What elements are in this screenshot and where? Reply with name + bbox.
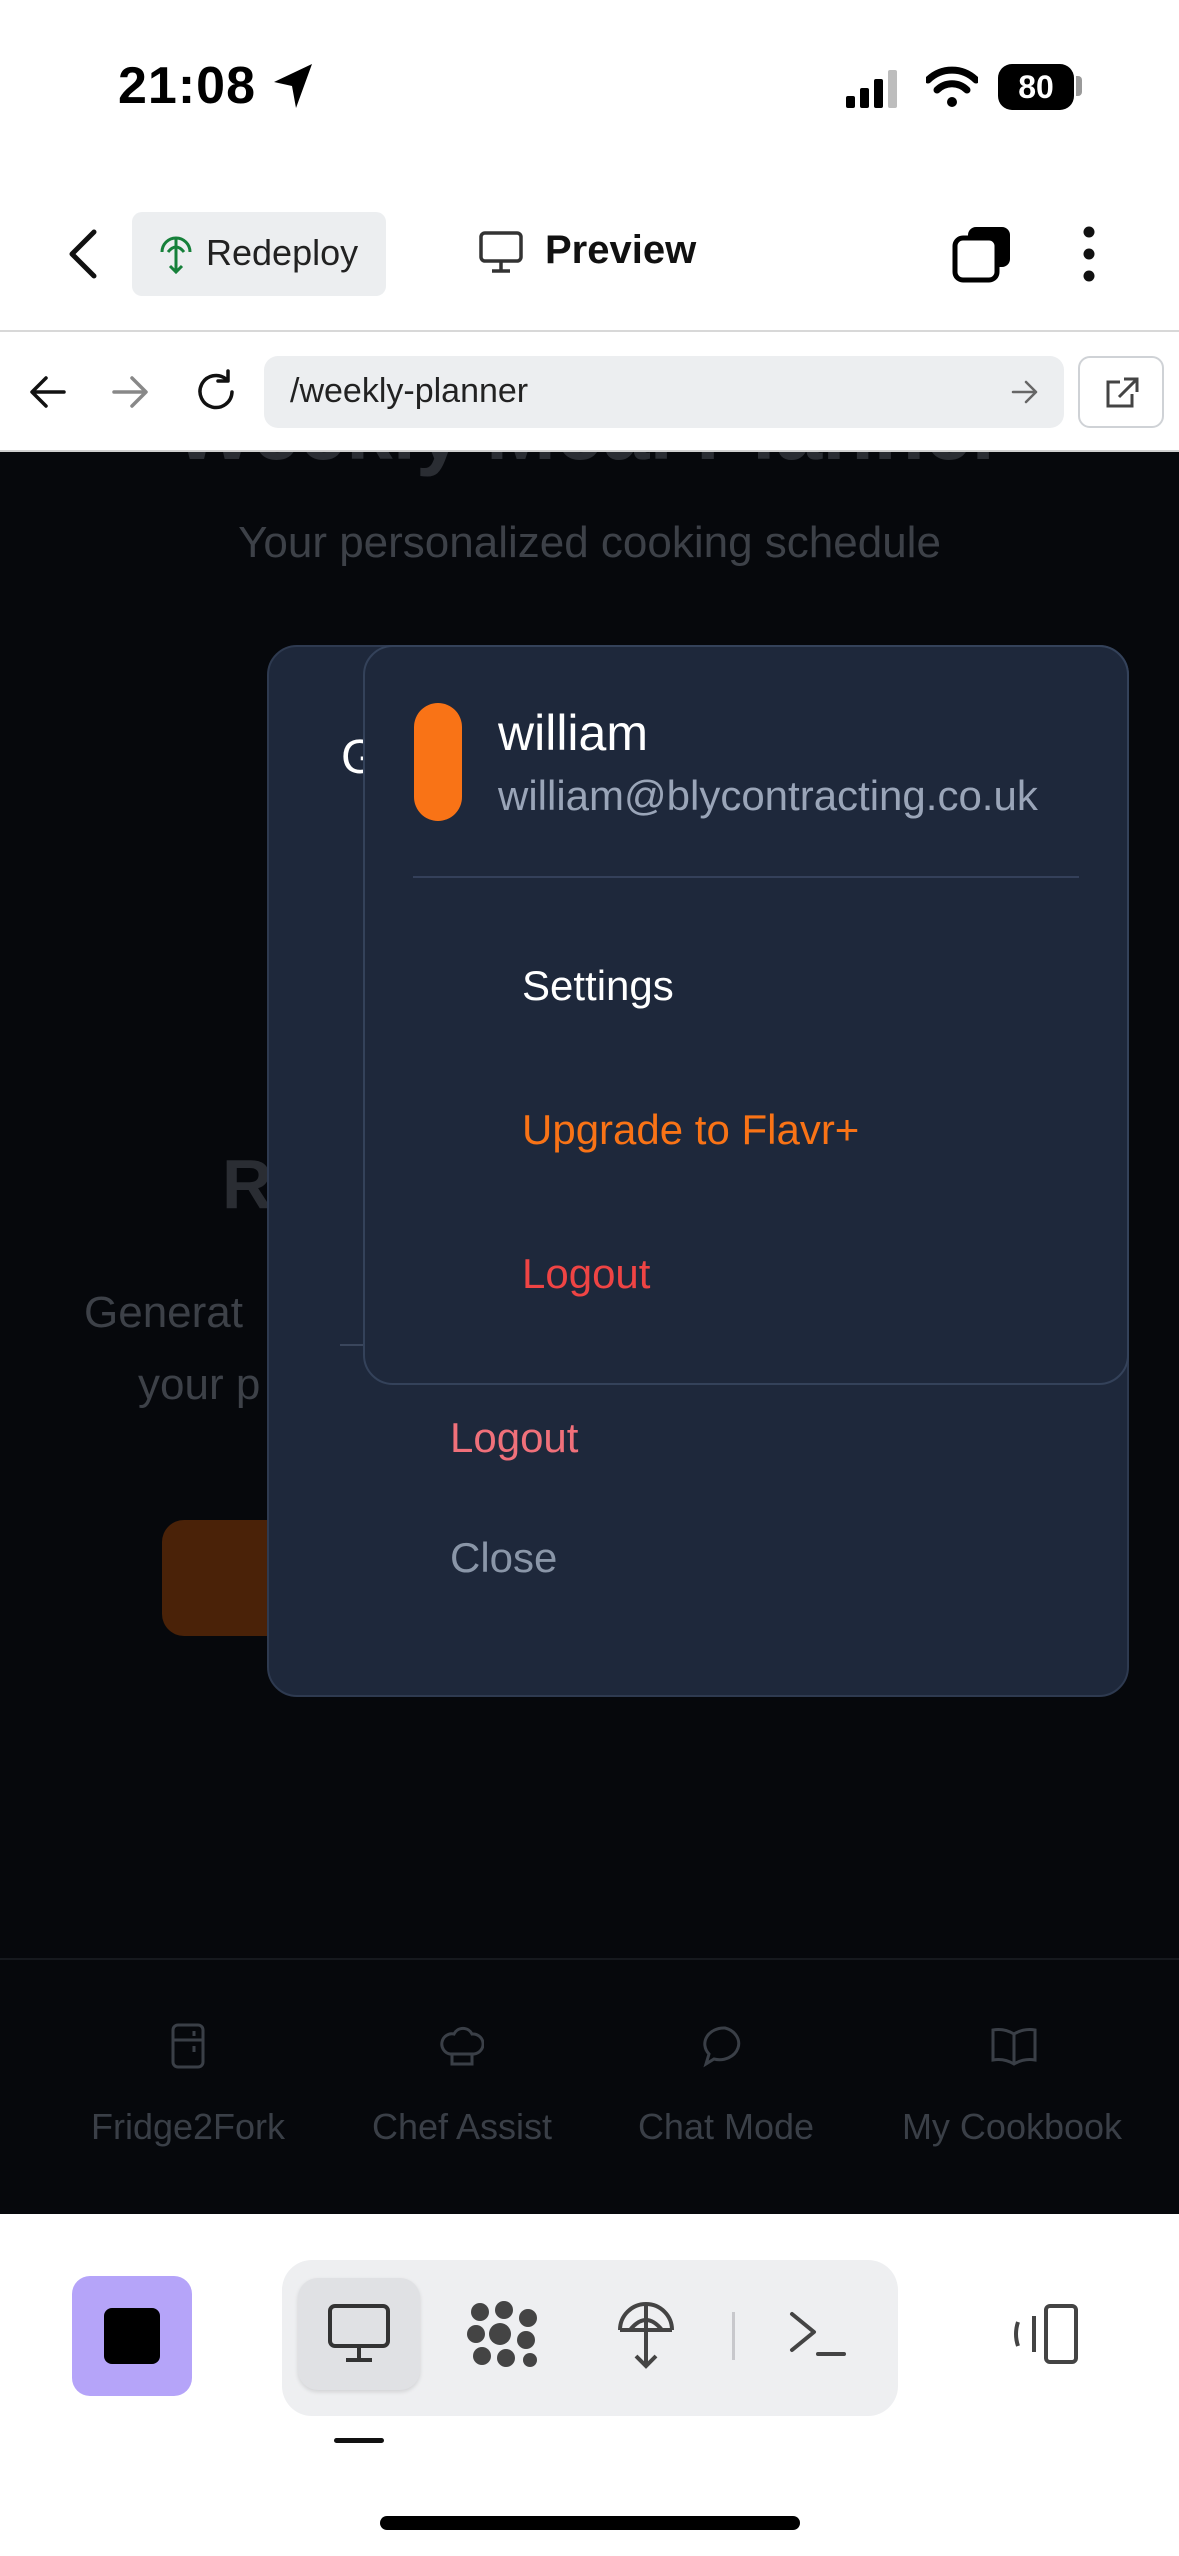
dialog-close-button[interactable]: Close — [450, 1534, 557, 1582]
bottom-nav-divider — [0, 1958, 1179, 1960]
dialog-logout-button[interactable]: Logout — [450, 1414, 578, 1462]
open-book-icon — [991, 2028, 1037, 2066]
page-title: Weekly Meal Planner — [0, 452, 1179, 479]
chef-hat-icon — [440, 2026, 484, 2066]
go-arrow-icon[interactable] — [1010, 378, 1040, 406]
reload-icon[interactable] — [192, 368, 240, 416]
monitor-icon — [479, 231, 523, 273]
url-text: /weekly-planner — [290, 372, 529, 410]
user-email: william@blycontracting.co.uk — [498, 772, 1038, 819]
avatar — [414, 703, 462, 821]
stop-icon — [104, 2308, 160, 2364]
wifi-icon — [926, 66, 978, 107]
deploy-globe-icon — [160, 236, 192, 274]
active-tab-indicator — [334, 2438, 384, 2443]
user-name: william — [498, 705, 648, 761]
battery-cap — [1076, 76, 1082, 96]
menu-item-upgrade[interactable]: Upgrade to Flavr+ — [522, 1106, 859, 1154]
terminal-icon[interactable] — [786, 2306, 848, 2362]
external-link-icon — [1106, 377, 1139, 408]
nav-my-cookbook: My Cookbook — [901, 2106, 1123, 2147]
page-subtitle: Your personalized cooking schedule — [238, 518, 941, 567]
deploy-globe-icon[interactable] — [614, 2296, 678, 2370]
chat-bubble-icon — [703, 2026, 741, 2068]
switcher-divider — [732, 2312, 735, 2360]
fridge-icon — [171, 2023, 205, 2069]
nav-chat-mode: Chat Mode — [637, 2106, 815, 2147]
tabs-icon[interactable] — [950, 224, 1016, 284]
redeploy-label: Redeploy — [206, 232, 359, 273]
more-options-icon[interactable] — [1078, 226, 1100, 282]
nav-chef-assist: Chef Assist — [371, 2106, 553, 2147]
section-heading: R — [222, 1145, 273, 1223]
menu-divider — [413, 876, 1079, 878]
menu-item-logout[interactable]: Logout — [522, 1250, 650, 1298]
cellular-signal-icon — [846, 70, 897, 108]
menu-item-settings[interactable]: Settings — [522, 962, 674, 1010]
device-toggle-icon[interactable] — [1010, 2302, 1082, 2366]
section-text-line1: Generat — [84, 1288, 243, 1337]
battery-level: 80 — [998, 64, 1074, 110]
nav-fridge2fork: Fridge2Fork — [90, 2106, 286, 2147]
monitor-icon — [328, 2304, 390, 2362]
workflow-nodes-icon[interactable] — [466, 2300, 542, 2368]
back-chevron-icon[interactable] — [64, 226, 104, 282]
user-menu — [363, 645, 1129, 1385]
clock: 21:08 — [118, 57, 256, 115]
preview-button[interactable]: Preview — [545, 228, 696, 273]
home-indicator[interactable] — [380, 2516, 800, 2530]
browser-forward-icon[interactable] — [110, 374, 150, 410]
section-text-line2: your p — [138, 1360, 261, 1409]
location-arrow-icon — [274, 64, 312, 108]
browser-back-icon[interactable] — [28, 374, 68, 410]
